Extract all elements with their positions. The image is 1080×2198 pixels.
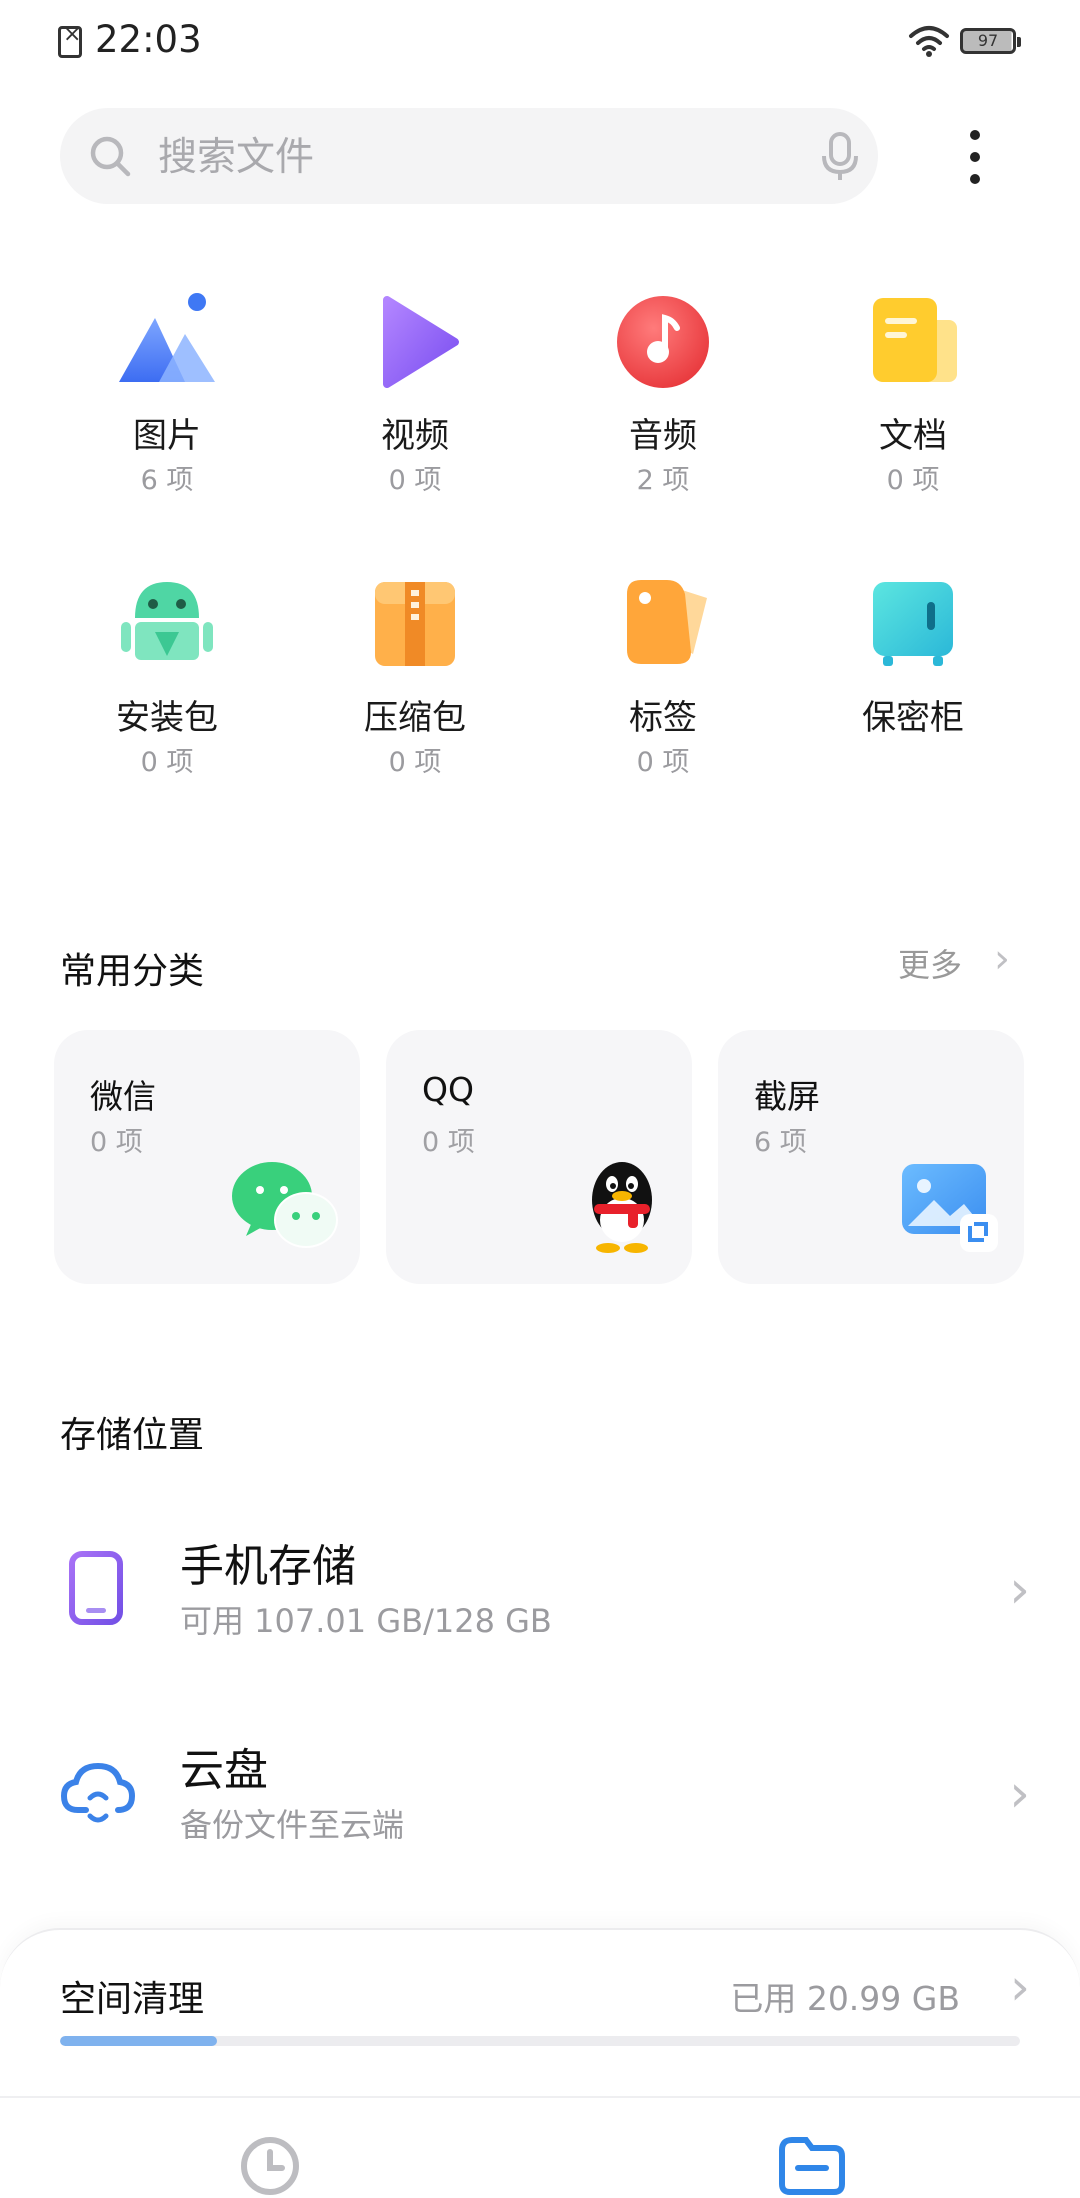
- video-play-icon: [383, 296, 459, 388]
- card-count: 0 项: [422, 1127, 475, 1158]
- safe-box-icon: [873, 582, 953, 666]
- more-options-icon[interactable]: [960, 122, 990, 192]
- browse-folder-icon[interactable]: [776, 2132, 846, 2196]
- bottom-navigation: [0, 2096, 1080, 2196]
- category-name: 图片: [133, 416, 201, 456]
- card-count: 6 项: [754, 1127, 807, 1158]
- category-count: 0 项: [636, 747, 690, 778]
- wifi-icon: [909, 26, 949, 57]
- category-count: 6 项: [140, 465, 194, 496]
- storage-title: 云盘: [180, 1745, 268, 1796]
- card-title: QQ: [422, 1070, 474, 1109]
- document-icon: [873, 298, 957, 382]
- category-name: 音频: [629, 416, 697, 456]
- storage-title: 手机存储: [180, 1541, 356, 1592]
- category-documents[interactable]: 文档 0 项: [788, 290, 1038, 530]
- more-link-label: 更多: [898, 946, 963, 984]
- category-apk[interactable]: 安装包 0 项: [42, 572, 292, 812]
- category-videos[interactable]: 视频 0 项: [290, 290, 540, 530]
- category-name: 保密柜: [862, 698, 964, 738]
- category-safe[interactable]: 保密柜: [788, 572, 1038, 812]
- music-note-icon: [617, 296, 709, 388]
- card-qq[interactable]: QQ 0 项: [386, 1030, 692, 1284]
- category-archives[interactable]: 压缩包 0 项: [290, 572, 540, 812]
- screenshot-icon: [902, 1164, 998, 1252]
- more-link[interactable]: 更多 ›: [898, 936, 1028, 990]
- cleanup-used: 已用 20.99 GB: [730, 1979, 960, 2018]
- chevron-right-icon: ›: [1009, 1764, 1030, 1824]
- status-time: 22:03: [95, 18, 202, 61]
- chevron-right-icon: ›: [994, 936, 1010, 982]
- card-title: 截屏: [754, 1077, 820, 1116]
- category-count: 0 项: [388, 747, 442, 778]
- category-images[interactable]: 图片 6 项: [42, 290, 292, 530]
- cloud-sync-icon: [60, 1762, 136, 1823]
- storage-phone-row[interactable]: 手机存储 可用 107.01 GB/128 GB ›: [0, 1508, 1080, 1678]
- storage-section-title: 存储位置: [60, 1415, 205, 1456]
- category-count: 2 项: [636, 465, 690, 496]
- card-title: 微信: [90, 1077, 156, 1116]
- chevron-right-icon: ›: [1009, 1560, 1030, 1620]
- battery-indicator: 97: [960, 28, 1021, 54]
- chevron-right-icon: ›: [1010, 1958, 1030, 2016]
- category-tags[interactable]: 标签 0 项: [538, 572, 788, 812]
- card-wechat[interactable]: 微信 0 项: [54, 1030, 360, 1284]
- microphone-icon[interactable]: [816, 130, 864, 182]
- search-bar[interactable]: [60, 108, 878, 204]
- card-count: 0 项: [90, 1127, 143, 1158]
- storage-subtitle: 可用 107.01 GB/128 GB: [180, 1602, 552, 1640]
- category-name: 压缩包: [364, 698, 466, 738]
- category-count: 0 项: [388, 465, 442, 496]
- category-name: 文档: [879, 416, 947, 456]
- card-screenshots[interactable]: 截屏 6 项: [718, 1030, 1024, 1284]
- category-audio[interactable]: 音频 2 项: [538, 290, 788, 530]
- recent-clock-icon[interactable]: [238, 2134, 302, 2198]
- common-section-title: 常用分类: [60, 951, 205, 992]
- category-name: 视频: [381, 416, 449, 456]
- storage-progress-fill: [60, 2036, 218, 2046]
- image-category-icon: [119, 293, 215, 382]
- storage-subtitle: 备份文件至云端: [180, 1806, 405, 1844]
- cleanup-title: 空间清理: [60, 1979, 205, 2020]
- status-bar: 22:03 97: [0, 0, 1080, 80]
- wechat-icon: [232, 1162, 338, 1248]
- category-count: 0 项: [140, 747, 194, 778]
- storage-progress-bar: [60, 2036, 1020, 2046]
- no-sim-icon: [58, 22, 82, 58]
- search-input[interactable]: [156, 126, 760, 188]
- tag-icon: [627, 580, 707, 664]
- archive-box-icon: [375, 582, 455, 666]
- phone-icon: [69, 1551, 123, 1625]
- category-name: 安装包: [116, 698, 218, 738]
- category-name: 标签: [629, 698, 697, 738]
- qq-penguin-icon: [592, 1162, 652, 1253]
- storage-cloud-row[interactable]: 云盘 备份文件至云端 ›: [0, 1712, 1080, 1882]
- space-cleanup-card[interactable]: 空间清理 已用 20.99 GB ›: [0, 1928, 1080, 2100]
- search-icon: [90, 136, 131, 177]
- category-count: 0 项: [886, 465, 940, 496]
- android-icon: [121, 582, 213, 660]
